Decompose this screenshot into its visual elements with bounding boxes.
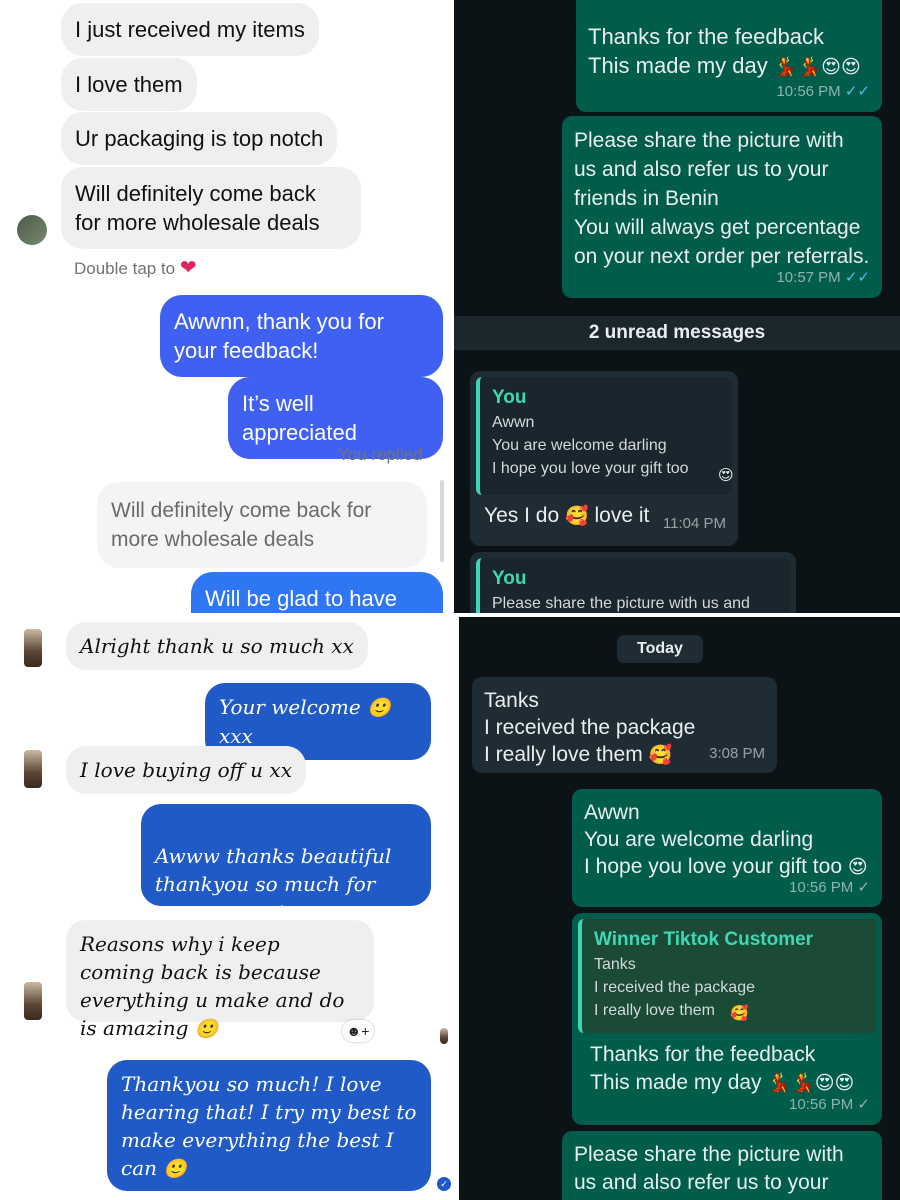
message-bubble-incoming[interactable]: Alright thank u so much xx — [66, 622, 368, 670]
emoji: 🙂 — [163, 1158, 188, 1180]
sent-tick-icon: ✓ — [857, 1096, 870, 1113]
message-bubble-outgoing[interactable]: Please share the picture with us and als… — [562, 116, 882, 298]
message-text: Please share the picture with us and als… — [574, 1143, 844, 1200]
message-bubble-outgoing[interactable]: Awwnn, thank you for your feedback! — [160, 295, 443, 377]
double-tap-text: Double tap to — [74, 259, 176, 278]
add-reaction-icon[interactable]: ☻+ — [342, 1020, 374, 1042]
message-bubble-incoming[interactable]: You Please share the picture with us and — [470, 552, 796, 613]
message-text: Your welcome — [219, 695, 361, 719]
message-timestamp: 10:57 PM ✓✓ — [776, 263, 870, 292]
time-text: 10:56 PM — [776, 83, 841, 100]
read-receipt-icon: ✓✓ — [844, 269, 870, 286]
message-bubble-outgoing[interactable]: Thankyou so much! I love hearing that! I… — [107, 1060, 431, 1191]
message-text: Will definitely come back for more whole… — [75, 181, 320, 235]
you-replied-label: You replied — [338, 445, 423, 464]
delivered-icon: ✓ — [437, 1177, 451, 1191]
unread-messages-divider: 2 unread messages — [454, 316, 900, 350]
message-bubble-outgoing[interactable]: Awwn You are welcome darling I hope you … — [572, 789, 882, 907]
message-timestamp: 10:56 PM ✓ — [789, 874, 870, 901]
quoted-message[interactable]: You Please share the picture with us and — [476, 558, 790, 613]
message-text: I just received my items — [75, 17, 305, 42]
message-text: This made my day — [590, 1071, 762, 1094]
emoji: 😍 — [718, 466, 734, 484]
date-divider: Today — [617, 635, 703, 663]
emoji: 🙂 — [194, 1018, 219, 1040]
message-timestamp: 3:08 PM — [709, 745, 765, 762]
message-bubble-incoming[interactable]: You Awwn You are welcome darling I hope … — [470, 371, 738, 546]
message-text: Yes I do — [484, 504, 560, 527]
quote-text: Awwn You are welcome darling I hope you … — [492, 414, 689, 477]
message-bubble-incoming[interactable]: I just received my items — [61, 3, 319, 56]
message-text: Please share the picture with us and als… — [574, 129, 870, 268]
message-text: Alright thank u so much xx — [80, 634, 354, 658]
emoji: 🙂 — [367, 697, 391, 719]
quote-author: Winner Tiktok Customer — [594, 929, 814, 950]
message-text: This made my day — [588, 53, 768, 78]
message-text: I love them — [75, 72, 183, 97]
double-tap-hint: Double tap to ❤ — [74, 255, 197, 280]
message-text: Awwnn, thank you for your feedback! — [174, 309, 384, 363]
quote-text: Tanks I received the package I really lo… — [594, 956, 755, 1019]
heart-icon: ❤ — [179, 257, 197, 279]
whatsapp-chat-panel: Thanks for the feedback This made my day… — [454, 0, 900, 613]
seen-avatar — [440, 1028, 448, 1044]
message-bubble-incoming[interactable]: Tanks I received the package I really lo… — [472, 677, 777, 773]
time-text: 10:57 PM — [776, 269, 841, 286]
message-timestamp: 11:04 PM — [662, 515, 726, 532]
message-text: Awwn You are welcome darling I hope you … — [584, 801, 842, 878]
scrollbar[interactable] — [440, 480, 444, 562]
time-text: 10:56 PM — [789, 1096, 854, 1113]
quote-author: You — [492, 568, 527, 589]
whatsapp-chat-panel: Today Tanks I received the package I rea… — [459, 617, 900, 1200]
avatar[interactable] — [17, 215, 47, 245]
instagram-chat-panel: I just received my items I love them Ur … — [0, 0, 452, 613]
time-text: 10:56 PM — [789, 879, 854, 896]
message-bubble-incoming[interactable]: Reasons why i keep coming back is becaus… — [66, 920, 374, 1040]
message-timestamp: 10:56 PM ✓✓ — [776, 77, 870, 106]
emoji: 🥰 — [648, 744, 673, 766]
message-text: Thanks for the feedback — [588, 24, 825, 49]
message-bubble-incoming[interactable]: Will definitely come back for more whole… — [61, 167, 361, 249]
avatar[interactable] — [24, 750, 42, 788]
message-bubble-outgoing[interactable]: Winner Tiktok Customer Tanks I received … — [572, 913, 882, 1125]
read-receipt-icon: ✓✓ — [844, 83, 870, 100]
sent-tick-icon: ✓ — [857, 879, 870, 896]
message-text: Thanks for the feedback — [590, 1043, 816, 1066]
avatar[interactable] — [24, 982, 42, 1020]
message-text: Will be glad to have you — [205, 586, 397, 611]
message-bubble-incoming[interactable]: I love buying off u xx — [66, 746, 306, 794]
quote-author: You — [492, 387, 527, 408]
message-text: It’s well appreciated — [242, 391, 357, 445]
message-text: xxx — [219, 724, 253, 748]
message-text: I love buying off u xx — [80, 758, 292, 782]
message-bubble-outgoing[interactable]: Thanks for the feedback This made my day… — [576, 0, 882, 112]
quoted-message[interactable]: Winner Tiktok Customer Tanks I received … — [578, 919, 876, 1033]
emoji: 🥰 — [564, 505, 589, 527]
message-text: Ur packaging is top notch — [75, 126, 324, 151]
message-bubble-outgoing[interactable]: Awww thanks beautiful thankyou so much f… — [141, 804, 431, 924]
avatar[interactable] — [24, 629, 42, 667]
replied-message-quote[interactable]: Will definitely come back for more whole… — [97, 482, 427, 568]
quoted-message[interactable]: You Awwn You are welcome darling I hope … — [476, 377, 734, 495]
message-text: love it — [594, 504, 650, 527]
emoji-reactions: 💃💃😍😍 — [773, 56, 861, 78]
message-bubble-incoming[interactable]: I love them — [61, 58, 197, 111]
quote-text: Please share the picture with us and — [492, 595, 750, 612]
message-bubble-outgoing[interactable]: Please share the picture with us and als… — [562, 1131, 882, 1200]
quote-text: Will definitely come back for more whole… — [111, 499, 372, 551]
message-timestamp: 10:56 PM ✓ — [789, 1090, 870, 1119]
messenger-chat-panel: Alright thank u so much xx Your welcome … — [0, 617, 455, 1200]
emoji: 🥰 — [730, 1004, 749, 1022]
message-bubble-outgoing[interactable]: Will be glad to have you — [191, 572, 443, 613]
message-bubble-incoming[interactable]: Ur packaging is top notch — [61, 112, 338, 165]
message-text: Awww thanks beautiful thankyou so much f… — [155, 844, 392, 924]
